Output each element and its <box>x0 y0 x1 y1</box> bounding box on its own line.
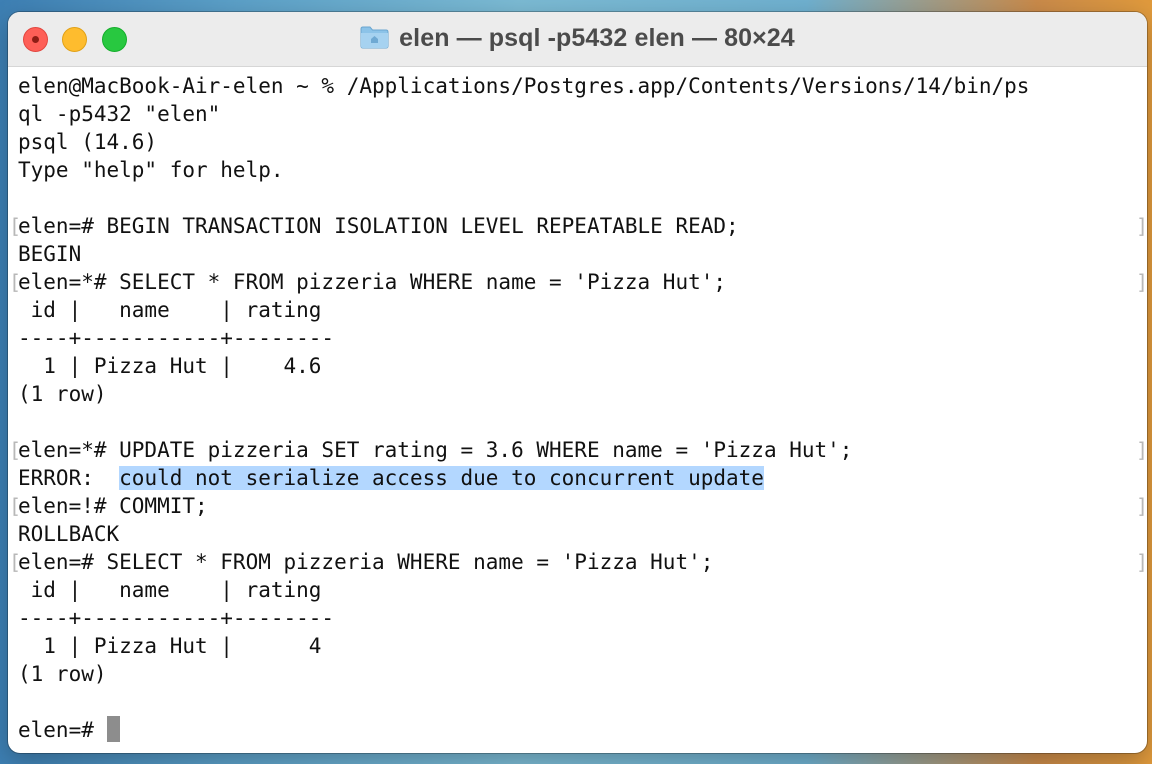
result-header-row: id | name | rating <box>18 578 322 602</box>
output-line: BEGIN <box>18 242 82 266</box>
command-line: elen=# BEGIN TRANSACTION ISOLATION LEVEL… <box>18 214 739 238</box>
error-line: ERROR: could not serialize access due to… <box>18 464 764 492</box>
text-cursor <box>106 716 120 742</box>
output-line: elen@MacBook-Air-elen ~ % /Applications/… <box>18 74 1030 98</box>
folder-icon <box>360 26 389 49</box>
terminal-window: elen — psql -p5432 elen — 80×24 elen@Mac… <box>8 12 1147 753</box>
command-mark-right: ] <box>1136 438 1147 462</box>
command-line: elen=*# SELECT * FROM pizzeria WHERE nam… <box>18 270 727 294</box>
result-data-row: 1 | Pizza Hut | 4 <box>18 634 322 658</box>
selected-error-text[interactable]: could not serialize access due to concur… <box>119 466 764 490</box>
command-mark-left: [ <box>9 214 22 238</box>
title-bar: elen — psql -p5432 elen — 80×24 <box>8 12 1147 67</box>
command-line: elen=# SELECT * FROM pizzeria WHERE name… <box>18 550 714 574</box>
command-mark-left: [ <box>9 270 22 294</box>
row-count: (1 row) <box>18 382 107 406</box>
command-mark-right: ] <box>1136 214 1147 238</box>
command-line: elen=*# UPDATE pizzeria SET rating = 3.6… <box>18 438 853 462</box>
command-line: elen=!# COMMIT; <box>18 494 208 518</box>
command-mark-right: ] <box>1136 270 1147 294</box>
result-header-row: id | name | rating <box>18 298 322 322</box>
command-mark-left: [ <box>9 494 22 518</box>
row-count: (1 row) <box>18 662 107 686</box>
output-line: ql -p5432 "elen" <box>18 102 221 126</box>
output-line: ROLLBACK <box>18 522 120 546</box>
command-mark-right: ] <box>1136 494 1147 518</box>
prompt-line[interactable]: elen=# <box>18 716 120 744</box>
result-data-row: 1 | Pizza Hut | 4.6 <box>18 354 322 378</box>
window-title: elen — psql -p5432 elen — 80×24 <box>8 24 1147 53</box>
terminal-output[interactable]: elen@MacBook-Air-elen ~ % /Applications/… <box>8 72 1147 752</box>
command-mark-left: [ <box>9 550 22 574</box>
result-separator-row: ----+-----------+-------- <box>18 606 335 630</box>
result-separator-row: ----+-----------+-------- <box>18 326 335 350</box>
output-line: psql (14.6) <box>18 130 158 154</box>
output-line: Type "help" for help. <box>18 158 284 182</box>
window-title-text: elen — psql -p5432 elen — 80×24 <box>399 24 795 52</box>
error-prefix: ERROR: <box>18 466 120 490</box>
command-mark-right: ] <box>1136 550 1147 574</box>
command-mark-left: [ <box>9 438 22 462</box>
prompt: elen=# <box>18 718 107 742</box>
